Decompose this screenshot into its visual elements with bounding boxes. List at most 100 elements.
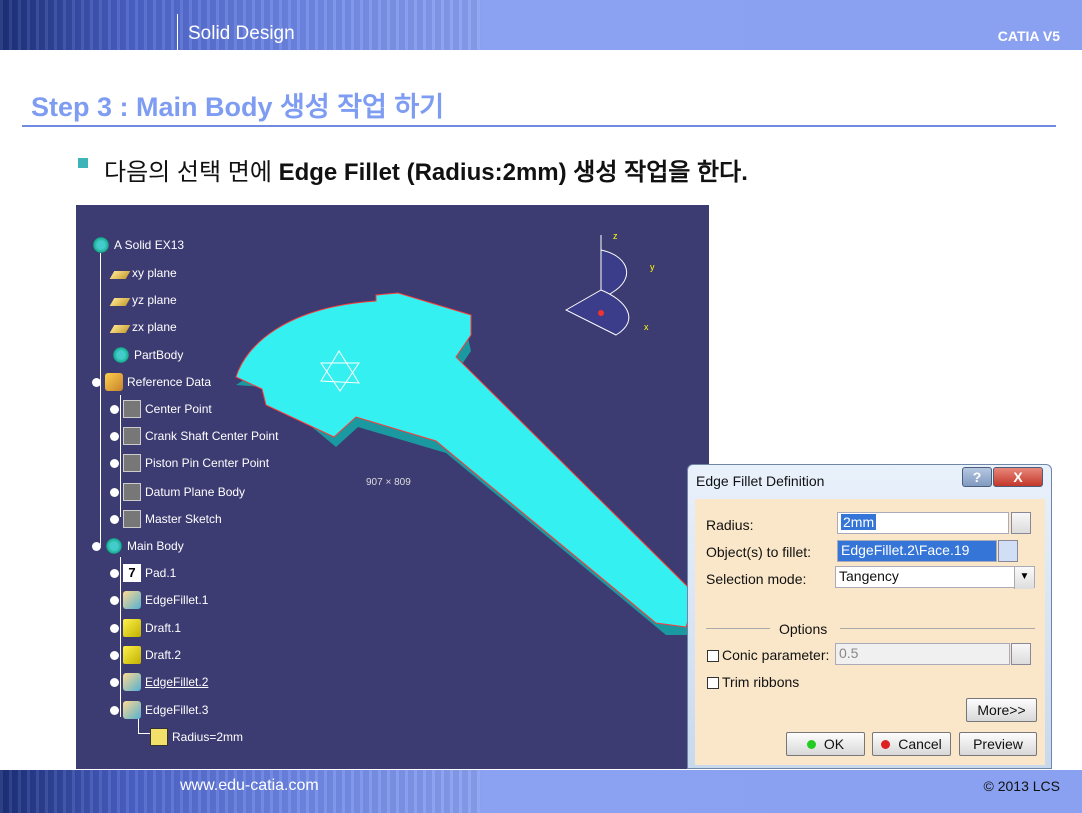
sketch-icon bbox=[123, 510, 141, 528]
close-button[interactable]: X bbox=[993, 467, 1043, 487]
ok-icon bbox=[806, 739, 816, 749]
options-label: Options bbox=[779, 621, 828, 637]
expand-icon[interactable] bbox=[110, 458, 119, 468]
compass-icon: z y x bbox=[564, 231, 655, 336]
part-icon bbox=[92, 236, 110, 254]
tree-item-main-body[interactable]: Main Body bbox=[92, 535, 184, 557]
expand-icon[interactable] bbox=[110, 431, 119, 441]
instruction-post: 생성 작업을 한다. bbox=[566, 159, 748, 186]
expand-icon[interactable] bbox=[110, 568, 119, 578]
help-button[interactable]: ? bbox=[962, 467, 992, 487]
collapse-icon[interactable] bbox=[110, 705, 119, 715]
tree-item-master-sketch[interactable]: Master Sketch bbox=[110, 508, 222, 530]
plane-icon bbox=[109, 298, 131, 306]
chevron-down-icon[interactable]: ▼ bbox=[1014, 567, 1034, 589]
tree-root[interactable]: A Solid EX13 bbox=[92, 234, 184, 256]
options-divider bbox=[840, 628, 1035, 629]
tree-item-draft-2[interactable]: Draft.2 bbox=[110, 644, 181, 666]
tree-item-edgefillet-1[interactable]: EdgeFillet.1 bbox=[110, 589, 208, 611]
expand-icon[interactable] bbox=[110, 623, 119, 633]
tree-line bbox=[100, 253, 101, 545]
axis-z-label: z bbox=[613, 231, 618, 241]
brand-label: CATIA V5 bbox=[997, 28, 1060, 44]
tree-item-xy-plane[interactable]: xy plane bbox=[109, 262, 177, 284]
tree-item-partbody[interactable]: PartBody bbox=[112, 344, 183, 366]
tree-item-crank-shaft-center-point[interactable]: Crank Shaft Center Point bbox=[110, 425, 278, 447]
trim-ribbons-checkbox[interactable] bbox=[707, 677, 719, 689]
plane-icon bbox=[109, 271, 131, 279]
conic-parameter-input: 0.5 bbox=[835, 643, 1010, 665]
footer-url: www.edu-catia.com bbox=[180, 777, 319, 794]
body-icon bbox=[123, 483, 141, 501]
fillet-icon bbox=[123, 591, 141, 609]
sketch-icon bbox=[123, 454, 141, 472]
body-icon bbox=[112, 346, 130, 364]
slide-footer: www.edu-catia.com © 2013 LCS bbox=[0, 770, 1082, 813]
selection-mode-label: Selection mode: bbox=[706, 571, 807, 587]
draft-icon bbox=[123, 619, 141, 637]
specification-tree[interactable]: A Solid EX13 xy plane yz plane zx plane … bbox=[76, 205, 336, 765]
conic-parameter-checkbox[interactable] bbox=[707, 650, 719, 662]
plane-icon bbox=[109, 325, 131, 333]
more-button[interactable]: More>> bbox=[966, 698, 1037, 722]
collapse-icon[interactable] bbox=[92, 541, 101, 551]
sketch-icon bbox=[123, 400, 141, 418]
footer-copyright: © 2013 LCS bbox=[983, 778, 1060, 794]
radius-spinner[interactable] bbox=[1011, 512, 1031, 534]
parameter-icon bbox=[150, 728, 168, 746]
tree-item-radius-parameter[interactable]: Radius=2mm bbox=[150, 726, 243, 748]
axis-x-label: x bbox=[644, 322, 649, 332]
cancel-icon bbox=[881, 739, 891, 749]
dialog-body: Radius: 2mm Object(s) to fillet: EdgeFil… bbox=[695, 499, 1045, 765]
fillet-icon bbox=[123, 701, 141, 719]
pad-icon: 7 bbox=[123, 564, 141, 582]
preview-button[interactable]: Preview bbox=[959, 732, 1037, 756]
selection-mode-select[interactable]: Tangency bbox=[835, 566, 1035, 588]
title-underline bbox=[22, 125, 1056, 127]
radius-label: Radius: bbox=[706, 517, 754, 533]
slide-header: Solid Design CATIA V5 bbox=[0, 0, 1082, 50]
fillet-icon bbox=[123, 673, 141, 691]
body-icon bbox=[105, 537, 123, 555]
tree-item-datum-plane-body[interactable]: Datum Plane Body bbox=[110, 481, 245, 503]
tree-item-edgefillet-3[interactable]: EdgeFillet.3 bbox=[110, 699, 208, 721]
expand-icon[interactable] bbox=[110, 595, 119, 605]
conic-parameter-label: Conic parameter: bbox=[722, 647, 830, 663]
tree-item-piston-pin-center-point[interactable]: Piston Pin Center Point bbox=[110, 452, 269, 474]
axis-y-label: y bbox=[650, 262, 655, 272]
dialog-title: Edge Fillet Definition bbox=[696, 473, 825, 489]
expand-icon[interactable] bbox=[110, 650, 119, 660]
edge-fillet-dialog: Edge Fillet Definition ? X Radius: 2mm O… bbox=[687, 464, 1052, 769]
catia-viewport[interactable]: z y x 907 × 809 A Solid EX13 xy plane yz… bbox=[76, 205, 709, 769]
objects-field[interactable]: EdgeFillet.2\Face.19 bbox=[837, 540, 997, 562]
edit-list-icon[interactable] bbox=[998, 540, 1018, 562]
trim-ribbons-label: Trim ribbons bbox=[722, 674, 800, 690]
geometrical-set-icon bbox=[105, 373, 123, 391]
draft-icon bbox=[123, 646, 141, 664]
conic-spinner bbox=[1011, 643, 1031, 665]
collapse-icon[interactable] bbox=[92, 377, 101, 387]
tree-item-center-point[interactable]: Center Point bbox=[110, 398, 212, 420]
tree-item-draft-1[interactable]: Draft.1 bbox=[110, 617, 181, 639]
header-divider bbox=[177, 14, 178, 50]
expand-icon[interactable] bbox=[110, 677, 119, 687]
instruction-bold: Edge Fillet (Radius:2mm) bbox=[278, 159, 567, 186]
tree-item-edgefillet-2[interactable]: EdgeFillet.2 bbox=[110, 671, 208, 693]
tree-item-reference-data[interactable]: Reference Data bbox=[92, 371, 211, 393]
radius-input[interactable]: 2mm bbox=[837, 512, 1009, 534]
instruction-pre: 다음의 선택 면에 bbox=[104, 159, 279, 186]
coordinate-readout: 907 × 809 bbox=[366, 477, 411, 488]
tree-item-yz-plane[interactable]: yz plane bbox=[109, 289, 177, 311]
expand-icon[interactable] bbox=[110, 487, 119, 497]
sketch-icon bbox=[123, 427, 141, 445]
expand-icon[interactable] bbox=[110, 404, 119, 414]
expand-icon[interactable] bbox=[110, 514, 119, 524]
step-title: Step 3 : Main Body 생성 작업 하기 bbox=[31, 92, 445, 122]
instruction-text: 다음의 선택 면에 Edge Fillet (Radius:2mm) 생성 작업… bbox=[104, 152, 748, 187]
options-divider bbox=[706, 628, 770, 629]
cancel-button[interactable]: Cancel bbox=[872, 732, 951, 756]
tree-item-zx-plane[interactable]: zx plane bbox=[109, 316, 177, 338]
tree-item-pad-1[interactable]: 7 Pad.1 bbox=[110, 562, 176, 584]
ok-button[interactable]: OK bbox=[786, 732, 865, 756]
bullet-icon bbox=[78, 158, 88, 168]
